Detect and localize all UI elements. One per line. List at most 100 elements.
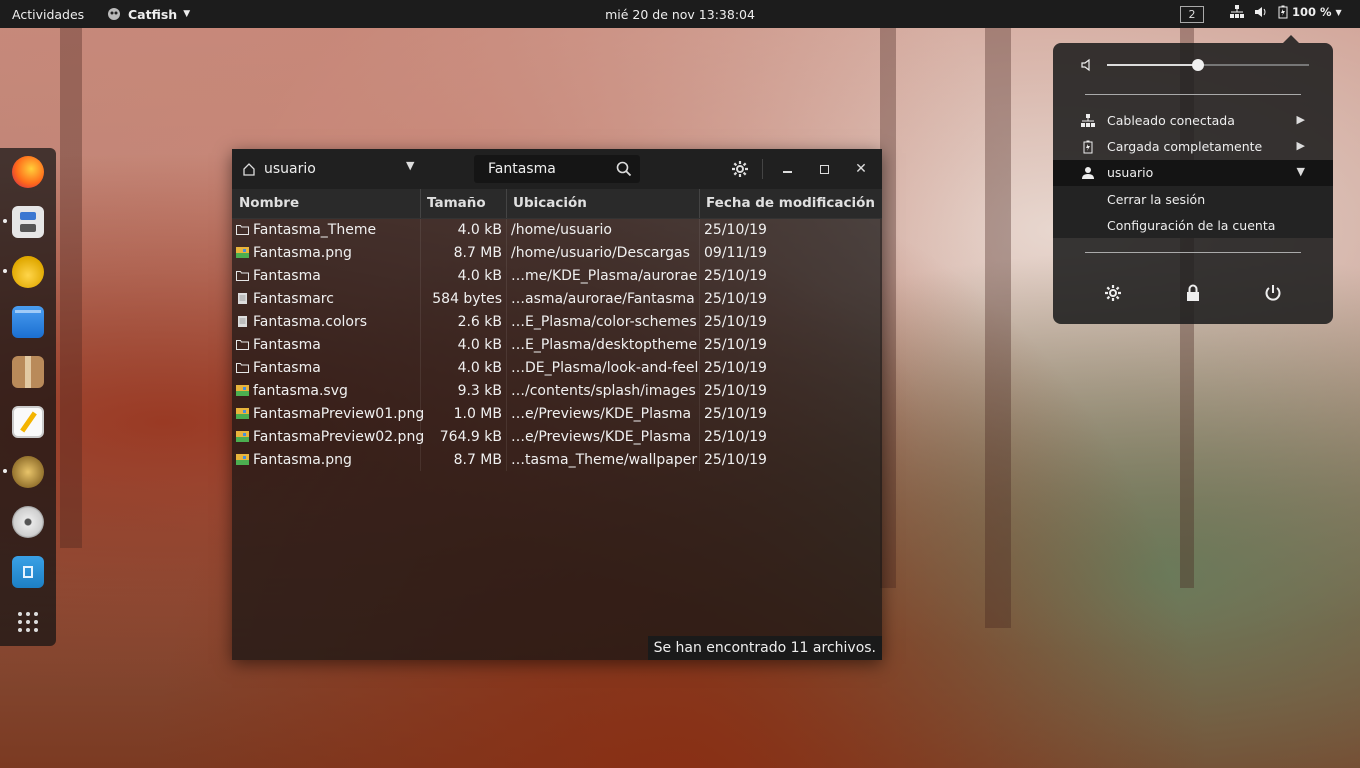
file-location: …e/Previews/KDE_Plasma	[511, 406, 692, 422]
files-icon[interactable]	[12, 306, 44, 338]
battery-icon	[1083, 140, 1093, 154]
app-menu[interactable]: Catfish ▼	[106, 6, 190, 22]
table-row[interactable]: Fantasma.png 8.7 MB …tasma_Theme/wallpaper…	[232, 449, 882, 472]
file-location: …DE_Plasma/look-and-feel	[511, 360, 699, 376]
status-bar: Se han encontrado 11 archivos.	[647, 636, 882, 660]
chevron-down-icon[interactable]: ▼	[406, 159, 414, 172]
image-file-icon	[236, 385, 249, 396]
file-name: Fantasma.png	[253, 245, 352, 261]
lock-icon[interactable]	[1183, 283, 1203, 303]
image-file-icon	[236, 431, 249, 442]
app-grid-icon[interactable]	[12, 606, 44, 638]
teapot-icon[interactable]	[12, 256, 44, 288]
column-header-name[interactable]: Nombre	[239, 195, 299, 211]
file-location: …asma/aurorae/Fantasma	[511, 291, 695, 307]
chevron-right-icon: ▶	[1296, 113, 1305, 126]
file-size: 4.0 kB	[457, 360, 502, 376]
file-date: 25/10/19	[704, 291, 767, 307]
close-button[interactable]: ✕	[851, 159, 871, 179]
trash-folder-icon[interactable]	[12, 556, 44, 588]
workspace-indicator[interactable]: 2	[1180, 6, 1204, 23]
volume-muted-icon[interactable]	[1081, 58, 1097, 72]
clock[interactable]: mié 20 de nov 13:38:04	[605, 7, 755, 22]
file-location: …E_Plasma/desktoptheme	[511, 337, 698, 353]
results-list: Fantasma_Theme 4.0 kB/home/usuario 25/10/1…	[232, 219, 882, 472]
user-item[interactable]: usuario ▼	[1053, 160, 1333, 186]
archive-icon[interactable]	[12, 356, 44, 388]
activities-button[interactable]: Actividades	[12, 7, 84, 22]
file-date: 25/10/19	[704, 337, 767, 353]
logout-item[interactable]: Cerrar la sesión	[1107, 192, 1205, 207]
system-menu: Cableado conectada ▶ Cargada completamen…	[1053, 35, 1333, 324]
volume-slider-handle[interactable]	[1191, 59, 1204, 71]
file-name: Fantasma_Theme	[253, 222, 377, 238]
table-row[interactable]: Fantasma 4.0 kB …me/KDE_Plasma/aurorae 25/1…	[232, 265, 882, 288]
app-menu-label: Catfish	[128, 6, 178, 22]
folder-icon	[236, 271, 249, 281]
column-header-date[interactable]: Fecha de modificación	[706, 195, 875, 211]
search-input[interactable]: Fantasma	[474, 155, 640, 183]
system-tray[interactable]: 100 % ▼	[1230, 5, 1342, 19]
battery-label: Cargada completamente	[1107, 139, 1263, 154]
file-date: 25/10/19	[704, 429, 767, 445]
volume-slider[interactable]	[1107, 59, 1309, 71]
image-file-icon	[236, 247, 249, 258]
user-icon	[1082, 167, 1094, 179]
power-icon[interactable]	[1263, 283, 1283, 303]
minimize-button[interactable]	[778, 159, 798, 179]
location-label: usuario	[264, 161, 316, 177]
table-row[interactable]: Fantasmarc 584 bytes …asma/aurorae/Fantasm…	[232, 288, 882, 311]
dock	[0, 148, 56, 646]
table-row[interactable]: FantasmaPreview02.png 764.9 kB …e/Previews…	[232, 426, 882, 449]
disc-icon[interactable]	[12, 506, 44, 538]
file-name: Fantasma.colors	[253, 314, 368, 330]
table-row[interactable]: Fantasma 4.0 kB …DE_Plasma/look-and-feel 25…	[232, 357, 882, 380]
battery-icon	[1278, 5, 1288, 19]
search-icon[interactable]	[616, 161, 632, 177]
user-submenu: Cerrar la sesión Configuración de la cue…	[1053, 186, 1333, 238]
column-header-location[interactable]: Ubicación	[513, 195, 587, 211]
catfish-icon[interactable]	[12, 456, 44, 488]
running-indicator	[3, 269, 7, 273]
text-editor-icon[interactable]	[12, 406, 44, 438]
file-location: /home/usuario/Descargas	[511, 245, 690, 261]
table-row[interactable]: Fantasma 4.0 kB …E_Plasma/desktoptheme 25/1…	[232, 334, 882, 357]
battery-item[interactable]: Cargada completamente ▶	[1053, 134, 1333, 160]
file-location: /home/usuario	[511, 222, 612, 238]
network-wired-icon	[1081, 114, 1095, 127]
file-size: 9.3 kB	[457, 383, 502, 399]
catfish-window: usuario ▼ Fantasma ✕ Nombre Tamaño Ubica…	[232, 149, 882, 660]
chevron-down-icon: ▼	[1296, 165, 1305, 178]
table-row[interactable]: Fantasma_Theme 4.0 kB/home/usuario 25/10/1…	[232, 219, 882, 242]
account-settings-item[interactable]: Configuración de la cuenta	[1107, 218, 1275, 233]
table-row[interactable]: FantasmaPreview01.png 1.0 MB …e/Previews/K…	[232, 403, 882, 426]
file-size: 764.9 kB	[439, 429, 502, 445]
chevron-right-icon: ▶	[1296, 139, 1305, 152]
folder-icon	[236, 225, 249, 235]
gear-icon[interactable]	[1103, 283, 1123, 303]
file-location: …/contents/splash/images	[511, 383, 696, 399]
column-header-size[interactable]: Tamaño	[427, 195, 486, 211]
wired-network-item[interactable]: Cableado conectada ▶	[1053, 108, 1333, 134]
header-bar: usuario ▼ Fantasma ✕	[232, 149, 882, 189]
table-row[interactable]: Fantasma.colors 2.6 kB …E_Plasma/color-sch…	[232, 311, 882, 334]
file-location: …tasma_Theme/wallpaper	[511, 452, 698, 468]
file-name: Fantasma.png	[253, 452, 352, 468]
file-date: 25/10/19	[704, 222, 767, 238]
image-file-icon	[236, 454, 249, 465]
file-name: fantasma.svg	[253, 383, 348, 399]
volume-icon	[1255, 7, 1266, 17]
firefox-icon[interactable]	[12, 156, 44, 188]
folder-icon	[236, 363, 249, 373]
settings-app-icon[interactable]	[12, 206, 44, 238]
maximize-button[interactable]	[814, 159, 834, 179]
file-name: Fantasma	[253, 268, 321, 284]
chevron-down-icon: ▼	[183, 9, 191, 19]
divider	[1085, 94, 1301, 95]
file-size: 1.0 MB	[453, 406, 502, 422]
table-row[interactable]: fantasma.svg 9.3 kB …/contents/splash/imag…	[232, 380, 882, 403]
table-row[interactable]: Fantasma.png 8.7 MB/home/usuario/Descarga…	[232, 242, 882, 265]
location-button[interactable]: usuario	[242, 158, 422, 180]
close-icon: ✕	[855, 161, 867, 177]
gear-icon[interactable]	[730, 159, 750, 179]
